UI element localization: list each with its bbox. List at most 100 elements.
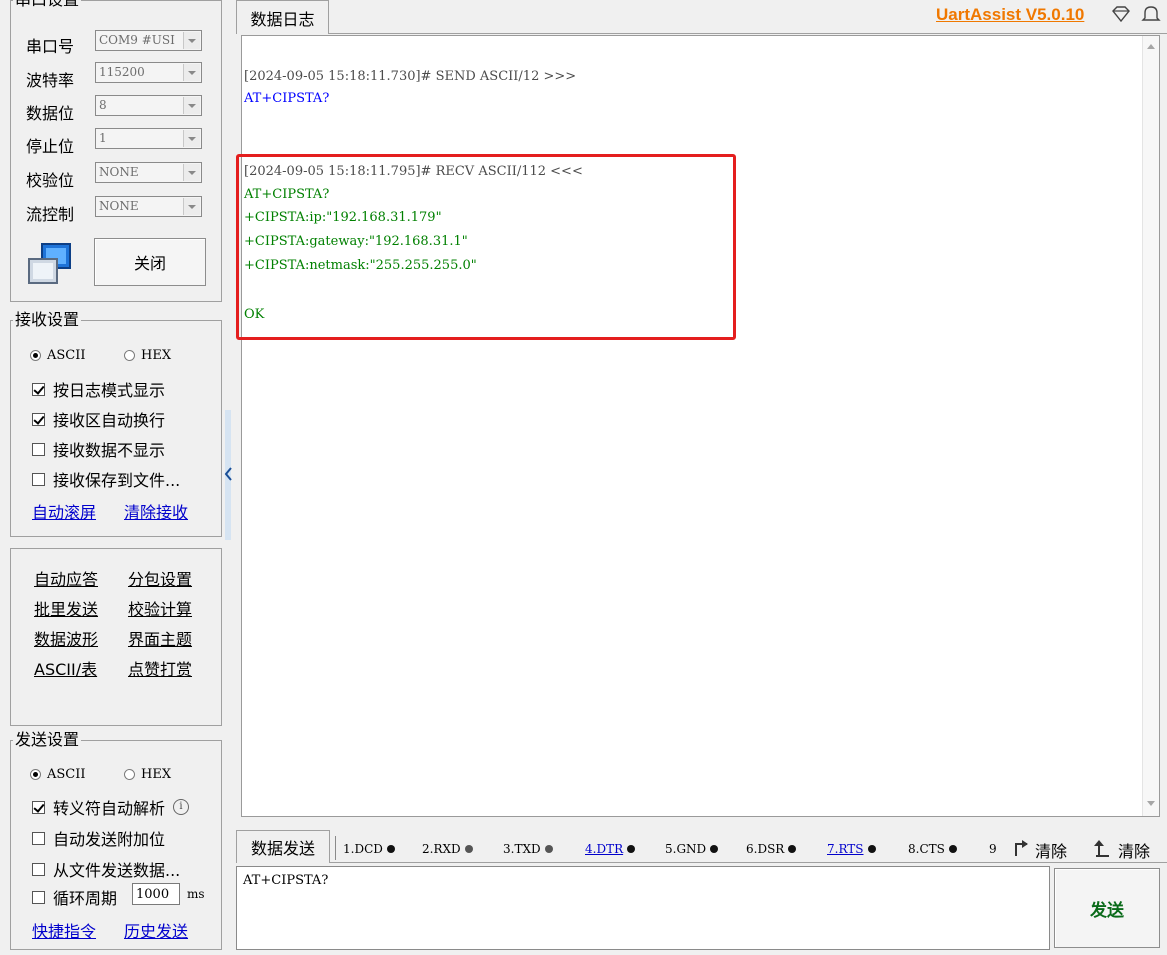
parity-value: NONE [99, 165, 139, 179]
checkbox-icon [32, 442, 45, 456]
pin-cts-label: 8.CTS [908, 842, 945, 856]
pin-txd: 3.TXD [503, 842, 553, 856]
send-ascii-radio[interactable]: ASCII [30, 767, 86, 782]
tab-data-send[interactable]: 数据发送 [236, 830, 330, 863]
checkbox-checked-icon [32, 412, 45, 426]
append-checkbox[interactable]: 自动发送附加位 [32, 826, 165, 850]
batch-send-link[interactable]: 批里发送 [34, 596, 98, 620]
bell-icon[interactable] [1140, 4, 1162, 24]
baud-select[interactable]: 115200 [95, 62, 202, 83]
radio-selected-icon [30, 350, 41, 361]
scroll-down-icon[interactable] [1146, 800, 1156, 808]
donate-link[interactable]: 点赞打赏 [128, 656, 192, 680]
escape-checkbox[interactable]: 转义符自动解析 i [32, 795, 190, 819]
app-version-link[interactable]: UartAssist V5.0.10 [936, 5, 1084, 25]
pin-rxd-label: 2.RXD [422, 842, 461, 856]
clear-recv-icon[interactable] [1093, 838, 1111, 858]
log-mode-label: 按日志模式显示 [53, 381, 166, 400]
pin-dcd: 1.DCD [343, 842, 395, 856]
radio-selected-icon [30, 769, 41, 780]
send-ascii-label: ASCII [47, 767, 86, 782]
chevron-down-icon [183, 130, 200, 147]
stopbits-select[interactable]: 1 [95, 128, 202, 149]
flow-value: NONE [99, 199, 139, 213]
history-link[interactable]: 历史发送 [124, 918, 188, 942]
pin-dsr: 6.DSR [746, 842, 797, 856]
baud-label: 波特率 [26, 71, 75, 90]
databits-select[interactable]: 8 [95, 95, 202, 116]
auto-scroll-link[interactable]: 自动滚屏 [32, 499, 96, 523]
hide-recv-checkbox[interactable]: 接收数据不显示 [32, 437, 165, 461]
close-port-button[interactable]: 关闭 [94, 238, 206, 286]
cycle-label: 循环周期 [53, 889, 118, 908]
flow-select[interactable]: NONE [95, 196, 202, 217]
log-mode-checkbox[interactable]: 按日志模式显示 [32, 377, 165, 401]
save-file-checkbox[interactable]: 接收保存到文件... [32, 467, 180, 491]
auto-wrap-checkbox[interactable]: 接收区自动换行 [32, 407, 165, 431]
hide-recv-label: 接收数据不显示 [53, 441, 166, 460]
diamond-icon[interactable] [1110, 5, 1132, 23]
pin-overflow: 9 [989, 842, 997, 856]
parity-select[interactable]: NONE [95, 162, 202, 183]
recv-ascii-radio[interactable]: ASCII [30, 348, 86, 363]
clear-recv-link[interactable]: 清除接收 [124, 499, 188, 523]
from-file-checkbox[interactable]: 从文件发送数据... [32, 857, 180, 881]
cycle-period-input[interactable] [132, 883, 180, 905]
send-hex-label: HEX [141, 767, 172, 782]
chevron-down-icon [183, 164, 200, 181]
stopbits-label: 停止位 [26, 137, 75, 156]
send-input-area[interactable]: AT+CIPSTA? [236, 866, 1050, 950]
pin-cts: 8.CTS [908, 842, 957, 856]
receive-settings-legend: 接收设置 [15, 310, 80, 329]
chevron-down-icon [183, 97, 200, 114]
recv-ascii-label: ASCII [47, 348, 86, 363]
databits-label: 数据位 [26, 104, 75, 123]
stopbits-value: 1 [99, 131, 107, 145]
scroll-up-icon[interactable] [1146, 42, 1156, 50]
info-icon[interactable]: i [173, 799, 190, 815]
tab-data-log[interactable]: 数据日志 [236, 0, 329, 34]
radio-icon [124, 350, 135, 361]
send-hex-radio[interactable]: HEX [124, 767, 171, 782]
send-input-value: AT+CIPSTA? [243, 873, 329, 888]
header-rule [329, 33, 1167, 34]
append-label: 自动发送附加位 [53, 830, 166, 849]
baud-value: 115200 [99, 65, 145, 79]
serial-connection-icon [26, 241, 76, 287]
parity-label: 校验位 [26, 171, 75, 190]
checkbox-checked-icon [32, 382, 45, 396]
pin-rts-led-icon [867, 845, 876, 853]
recv-hex-label: HEX [141, 348, 172, 363]
cycle-checkbox[interactable]: 循环周期 [32, 885, 117, 909]
port-select[interactable]: COM9 #USI [95, 30, 202, 51]
pin-dtr[interactable]: 4.DTR [585, 842, 636, 856]
checkbox-icon [32, 890, 45, 904]
auto-wrap-label: 接收区自动换行 [53, 411, 166, 430]
pin-txd-label: 3.TXD [503, 842, 541, 856]
pin-dcd-label: 1.DCD [343, 842, 383, 856]
recv-hex-radio[interactable]: HEX [124, 348, 171, 363]
log-line-send-data: AT+CIPSTA? [244, 91, 330, 106]
collapse-panel-icon[interactable] [224, 466, 233, 482]
theme-link[interactable]: 界面主题 [128, 626, 192, 650]
pin-gnd-led-icon [710, 845, 719, 853]
checksum-link[interactable]: 校验计算 [128, 596, 192, 620]
packet-settings-link[interactable]: 分包设置 [128, 566, 192, 590]
send-button[interactable]: 发送 [1054, 868, 1160, 948]
data-log-area[interactable]: [2024-09-05 15:18:11.730]# SEND ASCII/12… [236, 35, 1160, 817]
ascii-table-link[interactable]: ASCII/表 [34, 656, 97, 680]
pin-rxd: 2.RXD [422, 842, 473, 856]
pin-rts[interactable]: 7.RTS [827, 842, 876, 856]
waveform-link[interactable]: 数据波形 [34, 626, 98, 650]
log-scrollbar[interactable] [1142, 36, 1159, 816]
pin-dcd-led-icon [386, 845, 395, 853]
checkbox-icon [32, 862, 45, 876]
port-value: COM9 #USI [99, 33, 175, 47]
clear-send-icon[interactable] [1012, 838, 1030, 858]
shortcuts-link[interactable]: 快捷指令 [32, 918, 96, 942]
auto-reply-link[interactable]: 自动应答 [34, 566, 98, 590]
cycle-unit-label: ms [187, 887, 205, 901]
flow-label: 流控制 [26, 205, 75, 224]
clear-recv-button[interactable]: 清除 [1118, 838, 1150, 862]
clear-send-button[interactable]: 清除 [1035, 838, 1067, 862]
